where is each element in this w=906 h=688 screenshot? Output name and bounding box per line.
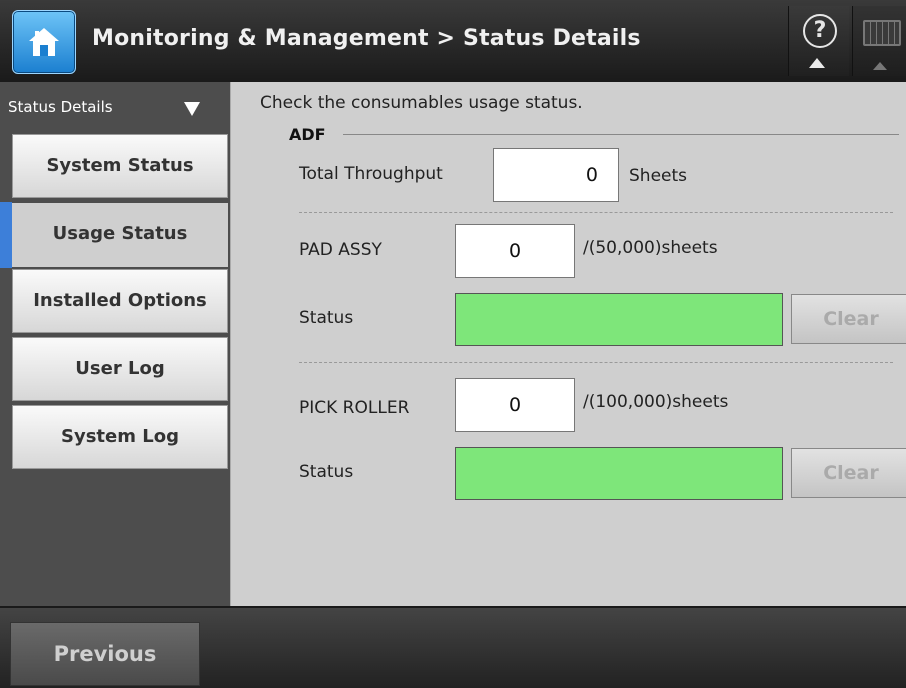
sidebar-item-user-log[interactable]: User Log: [12, 337, 228, 401]
sidebar-dropdown[interactable]: Status Details: [0, 82, 230, 132]
chevron-down-icon: [184, 102, 200, 116]
pick-roller-count: 0: [455, 378, 575, 432]
divider: [299, 212, 893, 213]
footer-bar: Previous: [0, 606, 906, 688]
home-button[interactable]: [12, 10, 76, 74]
pad-assy-status-label: Status: [299, 308, 354, 328]
pad-assy-label: PAD ASSY: [299, 240, 382, 260]
section-divider: [343, 134, 899, 135]
pick-roller-clear-button[interactable]: Clear: [791, 448, 906, 498]
sidebar-item-system-status[interactable]: System Status: [12, 134, 228, 198]
pick-roller-limit: /(100,000)sheets: [583, 392, 729, 412]
pick-roller-label: PICK ROLLER: [299, 398, 410, 418]
help-button[interactable]: ?: [788, 6, 849, 76]
total-throughput-label: Total Throughput: [299, 164, 443, 184]
total-throughput-value: 0: [493, 148, 619, 202]
sidebar: Status Details System Status Usage Statu…: [0, 82, 230, 606]
sidebar-item-system-log[interactable]: System Log: [12, 405, 228, 469]
page-title: Monitoring & Management > Status Details: [92, 26, 641, 51]
previous-button[interactable]: Previous: [10, 622, 200, 686]
keyboard-icon: [863, 20, 901, 46]
intro-text: Check the consumables usage status.: [260, 93, 583, 113]
home-icon: [29, 28, 59, 56]
pick-roller-status-label: Status: [299, 462, 354, 482]
pad-assy-limit: /(50,000)sheets: [583, 238, 718, 258]
active-indicator: [0, 202, 12, 268]
total-throughput-unit: Sheets: [629, 166, 688, 186]
help-icon: ?: [803, 14, 837, 48]
sidebar-item-installed-options[interactable]: Installed Options: [12, 269, 228, 333]
pad-assy-clear-button[interactable]: Clear: [791, 294, 906, 344]
pad-assy-count: 0: [455, 224, 575, 278]
triangle-up-icon: [873, 62, 887, 70]
keyboard-button[interactable]: [852, 6, 906, 76]
sidebar-item-usage-status[interactable]: Usage Status: [12, 203, 228, 267]
pick-roller-status-bar: [455, 447, 783, 500]
triangle-up-icon: [809, 58, 825, 68]
divider: [299, 362, 893, 363]
main-content: Check the consumables usage status. ADF …: [230, 82, 906, 606]
section-title: ADF: [289, 125, 326, 144]
title-bar: Monitoring & Management > Status Details…: [0, 0, 906, 83]
pad-assy-status-bar: [455, 293, 783, 346]
sidebar-heading: Status Details: [8, 98, 113, 116]
